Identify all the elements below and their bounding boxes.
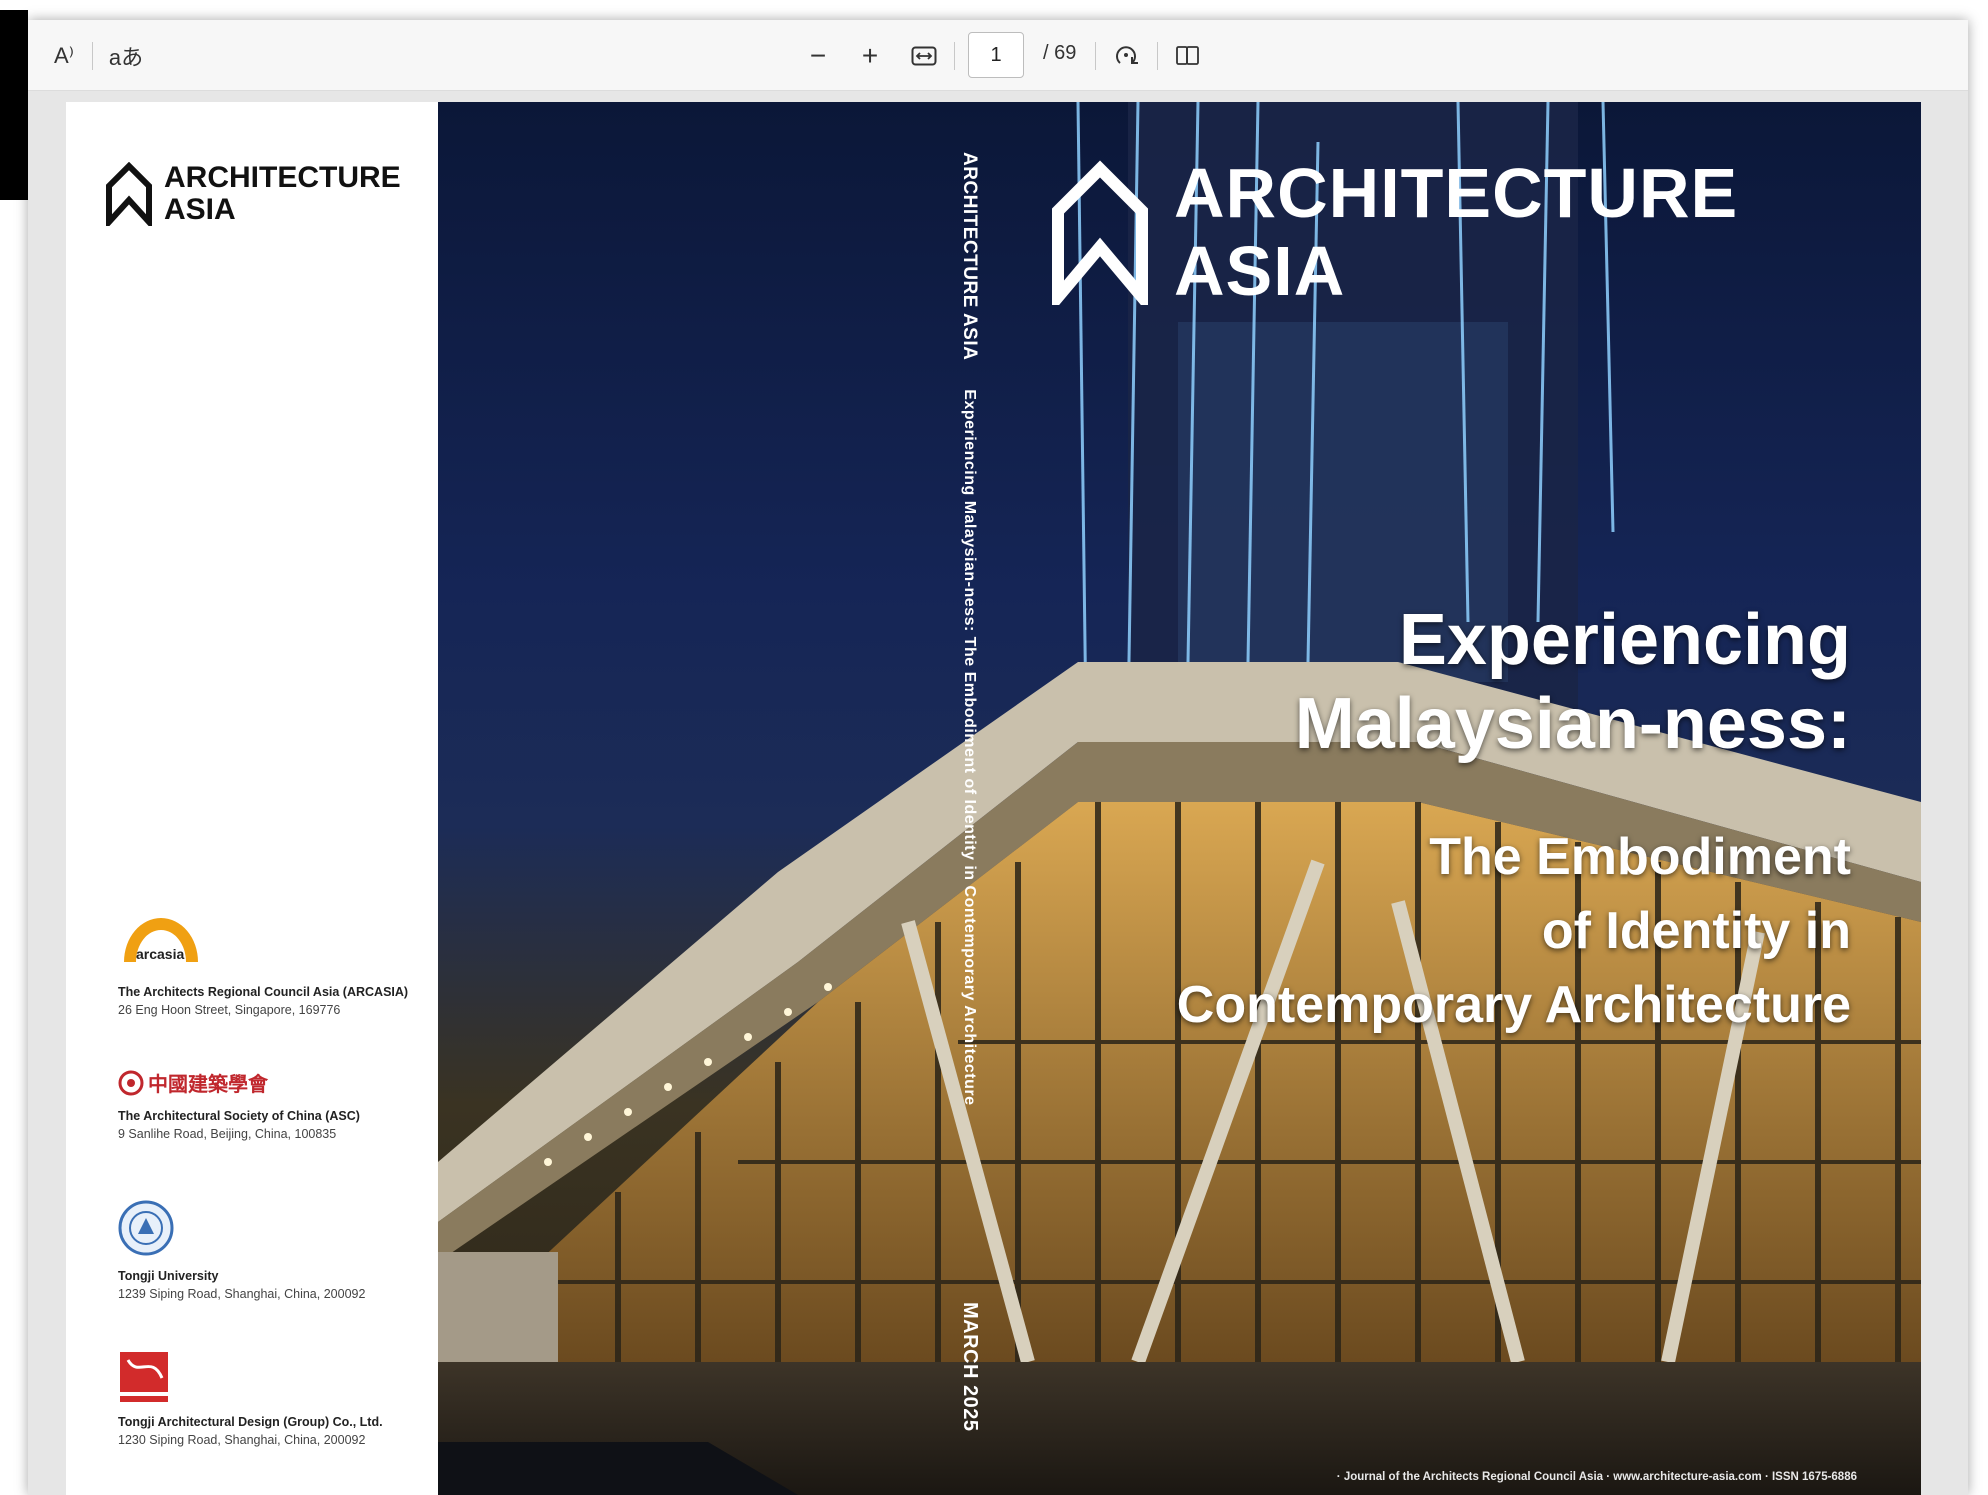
zoom-out-button[interactable]: − — [800, 38, 836, 74]
page-view-svg — [1176, 46, 1199, 65]
org-address: 9 Sanlihe Road, Beijing, China, 100835 — [118, 1127, 337, 1141]
tjad-logo-icon — [120, 1352, 168, 1402]
rotate-icon[interactable] — [1108, 38, 1144, 74]
tongji-seal-icon — [118, 1200, 174, 1256]
org-address: 1239 Siping Road, Shanghai, China, 20009… — [118, 1287, 366, 1301]
window-edge — [0, 10, 28, 200]
org-address: 26 Eng Hoon Street, Singapore, 169776 — [118, 1003, 341, 1017]
left-page: ARCHITECTURE ASIA arcasia The Architects… — [66, 102, 438, 1495]
zoom-in-glyph: + — [861, 40, 879, 71]
cover-logo-line2: ASIA — [1174, 232, 1346, 310]
spine-text: ARCHITECTURE ASIA Experiencing Malaysian… — [958, 152, 980, 1105]
toolbar-separator — [1095, 42, 1096, 70]
spine-subtitle: Experiencing Malaysian-ness: The Embodim… — [961, 389, 978, 1106]
cover-photo-illustration — [438, 102, 1921, 1495]
asc-logo-text: 中國建築學會 — [148, 1072, 268, 1096]
cover-page: ARCHITECTURE ASIA Experiencing Malaysian… — [438, 102, 1921, 1495]
org-asc: 中國建築學會 The Architectural Society of Chin… — [118, 1068, 418, 1141]
page-view-icon[interactable] — [1170, 38, 1206, 74]
toolbar-separator — [954, 42, 955, 70]
cover-logo-text: ARCHITECTURE ASIA — [1174, 154, 1738, 310]
architecture-asia-logo-icon — [1052, 160, 1148, 305]
toolbar-separator — [92, 42, 93, 70]
spine-title: ARCHITECTURE ASIA — [959, 152, 980, 361]
headline-line2: Malaysian-ness: — [1294, 684, 1851, 764]
org-name: The Architectural Society of China (ASC) — [118, 1109, 360, 1123]
fit-width-icon[interactable] — [906, 38, 942, 74]
subheadline-line2: of Identity in — [1541, 902, 1851, 960]
cover-subheadline: The Embodiment of Identity in Contempora… — [1177, 820, 1851, 1042]
fit-width-svg — [911, 46, 937, 66]
org-tjad: Tongji Architectural Design (Group) Co.,… — [118, 1348, 418, 1447]
left-page-logo: ARCHITECTURE ASIA — [104, 162, 401, 226]
read-aloud-icon[interactable]: A⁾ — [46, 38, 82, 74]
page-number-input[interactable] — [968, 32, 1024, 78]
pdf-viewer: A⁾ aあ − + / 69 ARCHITECTURE — [28, 20, 1968, 1495]
left-logo-line1: ARCHITECTURE — [164, 161, 401, 194]
zoom-in-button[interactable]: + — [852, 38, 888, 74]
subheadline-line3: Contemporary Architecture — [1176, 976, 1851, 1034]
left-logo-text: ARCHITECTURE ASIA — [164, 162, 401, 226]
translate-glyph: aあ — [108, 45, 144, 70]
asc-logo: 中國建築學會 — [118, 1068, 418, 1097]
headline-line1: Experiencing — [1398, 600, 1851, 680]
document-spread: ARCHITECTURE ASIA arcasia The Architects… — [66, 102, 1921, 1495]
org-name: Tongji University — [118, 1269, 219, 1283]
toolbar-separator — [1157, 42, 1158, 70]
org-address: 1230 Siping Road, Shanghai, China, 20009… — [118, 1433, 366, 1447]
toolbar: A⁾ aあ − + / 69 — [28, 20, 1968, 91]
org-name: The Architects Regional Council Asia (AR… — [118, 985, 409, 999]
asc-emblem-icon — [118, 1070, 144, 1095]
left-logo-line2: ASIA — [164, 193, 236, 226]
org-tongji: Tongji University 1239 Siping Road, Shan… — [118, 1198, 418, 1301]
architecture-asia-logo-icon — [106, 162, 152, 226]
rotate-svg — [1116, 46, 1138, 64]
cover-headline: Experiencing Malaysian-ness: — [1295, 598, 1851, 766]
spine-date: MARCH 2025 — [959, 1302, 981, 1432]
subheadline-line1: The Embodiment — [1429, 828, 1851, 886]
cover-footer: · Journal of the Architects Regional Cou… — [1336, 1471, 1857, 1483]
cover-logo: ARCHITECTURE ASIA — [1048, 154, 1738, 310]
cover-logo-line1: ARCHITECTURE — [1174, 154, 1739, 232]
read-aloud-glyph: A⁾ — [53, 43, 75, 68]
zoom-out-glyph: − — [809, 40, 827, 71]
arcasia-logo-text: arcasia — [136, 946, 185, 962]
translate-icon[interactable]: aあ — [104, 38, 148, 74]
org-arcasia: arcasia The Architects Regional Council … — [118, 910, 418, 1017]
org-name: Tongji Architectural Design (Group) Co.,… — [118, 1415, 383, 1429]
page-total: / 69 — [1043, 42, 1077, 64]
